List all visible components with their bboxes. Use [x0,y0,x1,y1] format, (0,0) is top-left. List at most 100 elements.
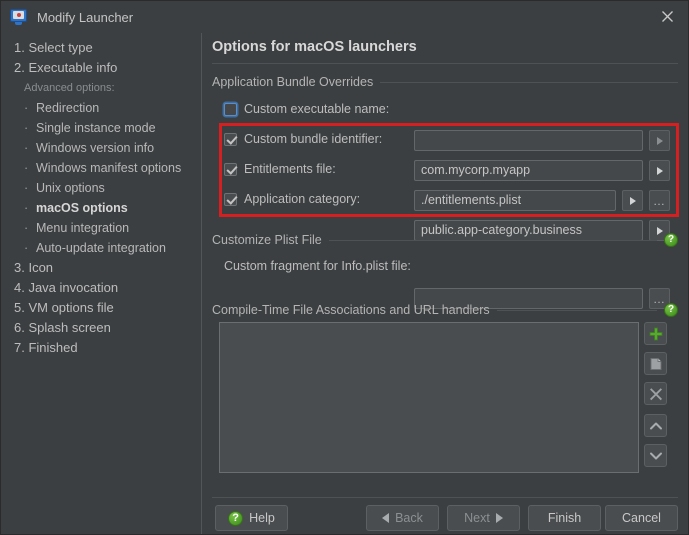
options-panel: Options for macOS launchers Application … [202,33,688,534]
sidebar-item-label: Windows manifest options [36,161,182,175]
row-custom-executable-name: Custom executable name: [224,98,389,120]
group-label: Customize Plist File [212,233,322,247]
group-rule [496,309,657,311]
entitlements-file-input[interactable]: ./entitlements.plist [414,190,616,211]
entitlements-file-checkbox[interactable] [224,162,237,176]
bullet-icon: · [24,161,29,175]
bullet-icon: · [24,201,29,215]
title-bar: Modify Launcher [1,1,688,33]
sidebar-item-label: 4. Java invocation [14,280,119,295]
custom-bundle-identifier-label: Custom bundle identifier: [244,132,383,146]
sidebar-item-vm-options-file[interactable]: 5. VM options file [2,298,201,318]
page-title: Options for macOS launchers [212,39,417,55]
custom-bundle-identifier-checkbox[interactable] [224,132,237,146]
group-header-bundle-overrides: Application Bundle Overrides [212,75,678,89]
custom-executable-name-input[interactable] [414,130,643,151]
sidebar-item-redirection[interactable]: · Redirection [2,98,201,118]
sidebar-advanced-caption: Advanced options: [24,82,115,94]
group-rule [380,81,678,83]
ellipsis-icon: … [653,291,666,306]
sidebar-item-executable-info[interactable]: 2. Executable info [2,58,201,78]
finish-button-label: Finish [547,511,582,525]
custom-bundle-identifier-input[interactable]: com.mycorp.myapp [414,160,643,181]
help-icon-customize-plist[interactable]: ? [664,233,678,247]
bullet-icon: · [24,221,29,235]
bullet-icon: · [24,141,29,155]
title-divider [212,63,678,64]
launcher-monitor-icon [10,8,27,26]
remove-button[interactable] [644,382,667,405]
wizard-steps-sidebar: 1. Select type 2. Executable info Advanc… [2,33,201,534]
window-title: Modify Launcher [37,9,134,25]
row-entitlements-file: Entitlements file: [224,158,336,180]
cancel-button[interactable]: Cancel [605,505,678,531]
sidebar-item-macos-options[interactable]: · macOS options [2,198,201,218]
file-associations-list[interactable] [219,322,639,473]
add-button[interactable] [644,322,667,345]
help-icon: ? [228,510,244,526]
group-header-customize-plist: Customize Plist File ? [212,233,678,247]
next-button[interactable]: Next [447,505,520,531]
triangle-left-icon [382,513,390,523]
entitlements-file-browse-button[interactable]: … [649,190,670,211]
sidebar-item-label: Auto-update integration [36,241,166,255]
sidebar-item-label: 6. Splash screen [14,320,111,335]
entitlements-file-label: Entitlements file: [244,162,336,176]
row-plist-fragment: Custom fragment for Info.plist file: [224,255,411,277]
sidebar-item-single-instance-mode[interactable]: · Single instance mode [2,118,201,138]
custom-executable-name-label: Custom executable name: [244,102,390,116]
sidebar-item-icon[interactable]: 3. Icon [2,258,201,278]
sidebar-item-label: 3. Icon [14,260,54,275]
sidebar-item-select-type[interactable]: 1. Select type [2,38,201,58]
sidebar-item-label: macOS options [36,201,128,215]
application-category-checkbox[interactable] [224,192,237,206]
bullet-icon: · [24,241,29,255]
row-application-category: Application category: [224,188,360,210]
sidebar-item-label: Single instance mode [36,121,156,135]
sidebar-item-windows-manifest-options[interactable]: · Windows manifest options [2,158,201,178]
application-category-label: Application category: [244,192,361,206]
custom-bundle-identifier-dropdown-button[interactable] [649,160,670,181]
plist-fragment-label: Custom fragment for Info.plist file: [224,259,411,273]
group-rule [328,239,657,241]
sidebar-item-finished[interactable]: 7. Finished [2,338,201,358]
sidebar-item-label: 1. Select type [14,40,93,55]
bullet-icon: · [24,121,29,135]
sidebar-item-label: Menu integration [36,221,130,235]
sidebar-item-windows-version-info[interactable]: · Windows version info [2,138,201,158]
duplicate-button[interactable] [644,352,667,375]
sidebar-item-label: 2. Executable info [14,60,118,75]
cancel-button-label: Cancel [622,511,661,525]
bullet-icon: · [24,101,29,115]
help-button-label: Help [249,511,275,525]
move-up-button[interactable] [644,414,667,437]
sidebar-item-auto-update-integration[interactable]: · Auto-update integration [2,238,201,258]
move-down-button[interactable] [644,444,667,467]
entitlements-file-dropdown-button[interactable] [622,190,643,211]
sidebar-item-label: Unix options [36,181,105,195]
back-button[interactable]: Back [366,505,439,531]
bullet-icon: · [24,181,29,195]
custom-executable-name-checkbox[interactable] [224,102,237,116]
sidebar-item-splash-screen[interactable]: 6. Splash screen [2,318,201,338]
sidebar-item-java-invocation[interactable]: 4. Java invocation [2,278,201,298]
custom-executable-name-dropdown-button[interactable] [649,130,670,151]
close-icon[interactable] [644,1,688,32]
sidebar-item-unix-options[interactable]: · Unix options [2,178,201,198]
sidebar-item-menu-integration[interactable]: · Menu integration [2,218,201,238]
group-label: Application Bundle Overrides [212,75,374,89]
footer-divider [212,497,678,498]
help-icon-file-associations[interactable]: ? [664,303,678,317]
sidebar-item-label: 5. VM options file [14,300,114,315]
sidebar-item-label: Windows version info [36,141,155,155]
modify-launcher-window: Modify Launcher 1. Select type 2. Execut… [0,0,689,535]
group-header-file-associations: Compile-Time File Associations and URL h… [212,303,678,317]
sidebar-item-label: 7. Finished [14,340,78,355]
back-button-label: Back [395,511,423,525]
finish-button[interactable]: Finish [528,505,601,531]
help-button[interactable]: ? Help [215,505,288,531]
row-custom-bundle-identifier: Custom bundle identifier: [224,128,382,150]
sidebar-item-label: Redirection [36,101,100,115]
group-label: Compile-Time File Associations and URL h… [212,303,490,317]
triangle-right-icon [495,513,503,523]
